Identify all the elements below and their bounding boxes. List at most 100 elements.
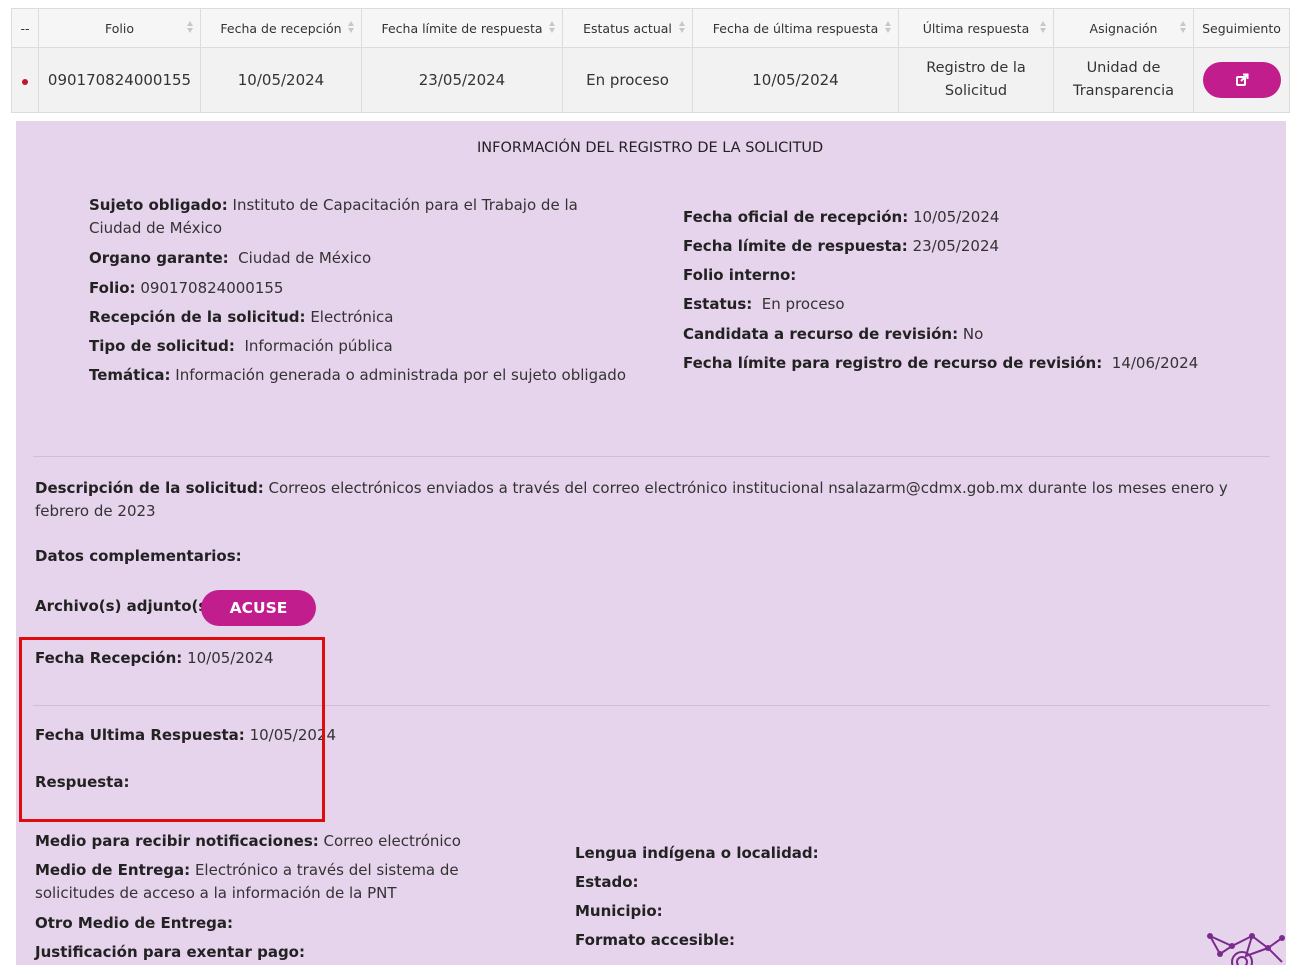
- field-sujeto-obligado: Sujeto obligado: Instituto de Capacitaci…: [89, 194, 619, 240]
- field-municipio: Municipio:: [575, 900, 663, 923]
- field-label: Medio de Entrega:: [35, 861, 191, 879]
- field-label: Fecha límite para registro de recurso de…: [683, 354, 1103, 372]
- column-header-folio[interactable]: Folio: [38, 8, 201, 48]
- field-value: No: [962, 325, 984, 343]
- panel-title: INFORMACIÓN DEL REGISTRO DE LA SOLICITUD: [477, 140, 824, 156]
- field-tematica: Temática: Información generada o adminis…: [89, 364, 626, 387]
- field-value: Ciudad de México: [238, 249, 372, 267]
- seguimiento-cell: [1193, 47, 1290, 113]
- column-header-ultima-respuesta[interactable]: Última respuesta: [898, 8, 1054, 48]
- fecha-limite-cell: 23/05/2024: [361, 47, 563, 113]
- field-label: Estatus:: [683, 295, 753, 313]
- table-row[interactable]: 090170824000155 10/05/2024 23/05/2024 En…: [11, 47, 1290, 113]
- field-lengua-indigena: Lengua indígena o localidad:: [575, 842, 819, 865]
- sort-icon[interactable]: [187, 20, 194, 34]
- field-value: 23/05/2024: [912, 237, 1000, 255]
- field-label: Fecha oficial de recepción:: [683, 208, 909, 226]
- field-folio: Folio: 090170824000155: [89, 277, 283, 300]
- sort-icon[interactable]: [348, 20, 355, 34]
- field-medio-notificaciones: Medio para recibir notificaciones: Corre…: [35, 830, 461, 853]
- field-datos-complementarios: Datos complementarios:: [35, 545, 242, 568]
- field-fecha-limite-respuesta: Fecha límite de respuesta: 23/05/2024: [683, 235, 999, 258]
- column-header-seguimiento: Seguimiento: [1193, 8, 1290, 48]
- column-header-label: Fecha de recepción: [220, 20, 342, 36]
- field-tipo-solicitud: Tipo de solicitud: Información pública: [89, 335, 393, 358]
- acuse-button[interactable]: ACUSE: [201, 590, 316, 626]
- field-value: Información pública: [244, 337, 393, 355]
- field-label: Folio interno:: [683, 266, 797, 284]
- field-label: Municipio:: [575, 902, 663, 920]
- field-label: Sujeto obligado:: [89, 196, 228, 214]
- field-fecha-oficial-recepcion: Fecha oficial de recepción: 10/05/2024: [683, 206, 999, 229]
- sort-icon[interactable]: [1040, 20, 1047, 34]
- sort-icon[interactable]: [549, 20, 556, 34]
- field-label: Temática:: [89, 366, 171, 384]
- field-estatus: Estatus: En proceso: [683, 293, 845, 316]
- column-header-asignacion[interactable]: Asignación: [1053, 8, 1194, 48]
- asignacion-cell: Unidad de Transparencia: [1053, 47, 1194, 113]
- field-label: Justificación para exentar pago:: [35, 943, 305, 961]
- field-label: Lengua indígena o localidad:: [575, 844, 819, 862]
- field-candidata-recurso: Candidata a recurso de revisión: No: [683, 323, 983, 346]
- folio-cell: 090170824000155: [38, 47, 201, 113]
- field-label: Fecha límite de respuesta:: [683, 237, 908, 255]
- field-folio-interno: Folio interno:: [683, 264, 796, 287]
- column-header-label: Fecha límite de respuesta: [381, 20, 543, 36]
- field-value: Información generada o administrada por …: [175, 366, 627, 384]
- expand-cell[interactable]: [11, 47, 39, 113]
- column-header-fecha-ultima[interactable]: Fecha de última respuesta: [692, 8, 899, 48]
- field-label: Recepción de la solicitud:: [89, 308, 306, 326]
- field-value: 10/05/2024: [912, 208, 1000, 226]
- field-label: Medio para recibir notificaciones:: [35, 832, 319, 850]
- column-header-label: Asignación: [1089, 20, 1158, 36]
- column-header-label: Estatus actual: [583, 20, 672, 36]
- ultima-respuesta-line: Solicitud: [944, 83, 1008, 99]
- requests-table: -- Folio Fecha de recepción Fecha límite…: [11, 8, 1290, 113]
- ultima-respuesta-cell: Registro de la Solicitud: [898, 47, 1054, 113]
- estatus-cell: En proceso: [562, 47, 693, 113]
- column-header-label: Folio: [105, 20, 134, 36]
- field-label: Descripción de la solicitud:: [35, 479, 264, 497]
- asignacion-line: Transparencia: [1072, 83, 1175, 99]
- field-value: Correo electrónico: [323, 832, 461, 850]
- field-fecha-limite-recurso: Fecha límite para registro de recurso de…: [683, 352, 1198, 375]
- field-archivos-adjuntos: Archivo(s) adjunto(s):: [35, 595, 220, 618]
- seguimiento-button[interactable]: [1202, 62, 1281, 98]
- column-header-estatus[interactable]: Estatus actual: [562, 8, 693, 48]
- field-value: 14/06/2024: [1111, 354, 1199, 372]
- field-formato-accesible: Formato accesible:: [575, 929, 735, 952]
- field-descripcion: Descripción de la solicitud: Correos ele…: [35, 477, 1275, 523]
- field-recepcion: Recepción de la solicitud: Electrónica: [89, 306, 393, 329]
- sort-icon[interactable]: [885, 20, 892, 34]
- field-estado: Estado:: [575, 871, 639, 894]
- field-organo-garante: Organo garante: Ciudad de México: [89, 247, 371, 270]
- field-medio-entrega: Medio de Entrega: Electrónico a través d…: [35, 859, 525, 905]
- external-link-icon: [1235, 73, 1248, 86]
- field-otro-medio-entrega: Otro Medio de Entrega:: [35, 912, 233, 935]
- highlight-box: [19, 637, 325, 822]
- asignacion-line: Unidad de: [1086, 60, 1161, 76]
- field-label: Tipo de solicitud:: [89, 337, 235, 355]
- column-header-label: Fecha de última respuesta: [712, 20, 879, 36]
- status-dot-icon[interactable]: [22, 79, 28, 85]
- field-label: Otro Medio de Entrega:: [35, 914, 234, 932]
- field-label: Organo garante:: [89, 249, 229, 267]
- sort-icon[interactable]: [1180, 20, 1187, 34]
- field-label: Archivo(s) adjunto(s):: [35, 597, 221, 615]
- ultima-respuesta-line: Registro de la: [926, 60, 1026, 76]
- field-value: Electrónica: [310, 308, 394, 326]
- fecha-ultima-cell: 10/05/2024: [692, 47, 899, 113]
- field-label: Folio:: [89, 279, 136, 297]
- network-logo-icon: [1207, 933, 1285, 965]
- field-label: Formato accesible:: [575, 931, 735, 949]
- sort-icon[interactable]: [679, 20, 686, 34]
- column-header-fecha-limite[interactable]: Fecha límite de respuesta: [361, 8, 563, 48]
- divider: [33, 456, 1270, 457]
- column-header-fecha-recepcion[interactable]: Fecha de recepción: [200, 8, 362, 48]
- field-justificacion-pago: Justificación para exentar pago:: [35, 941, 305, 964]
- table-header-row: -- Folio Fecha de recepción Fecha límite…: [11, 8, 1290, 48]
- fecha-recepcion-cell: 10/05/2024: [200, 47, 362, 113]
- field-value: En proceso: [761, 295, 845, 313]
- field-label: Datos complementarios:: [35, 547, 242, 565]
- column-header-expand: --: [11, 8, 39, 48]
